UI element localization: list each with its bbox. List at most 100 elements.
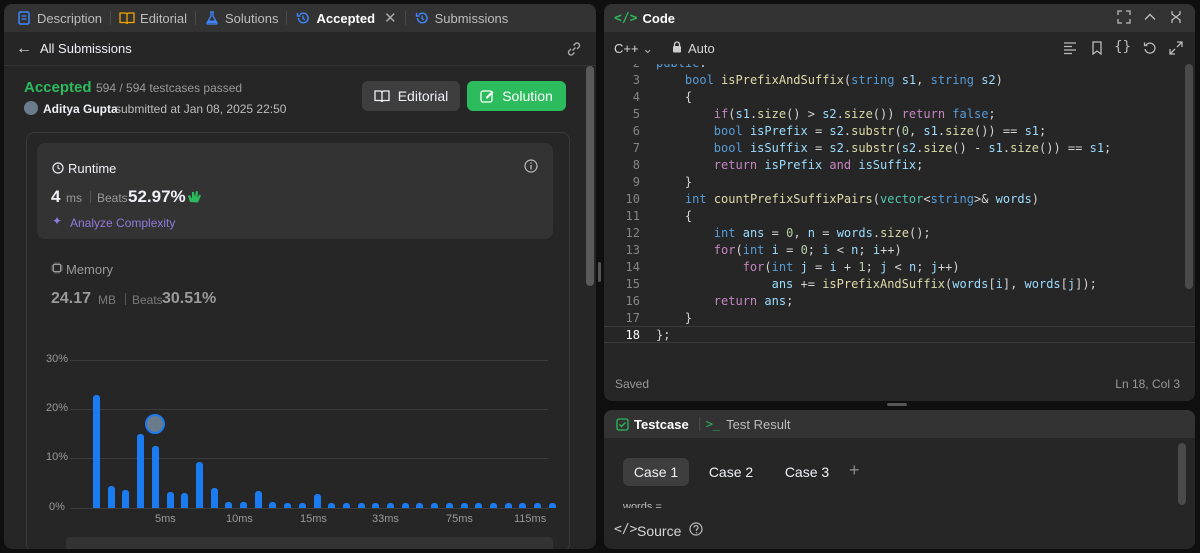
tab-solutions-label: Solutions	[225, 10, 279, 26]
tab-submissions[interactable]: Submissions	[408, 4, 515, 32]
mode-label[interactable]: Auto	[688, 41, 715, 56]
runtime-unit: ms	[66, 191, 82, 205]
code-editor[interactable]: 2public:3 bool isPrefixAndSuffix(string …	[604, 64, 1195, 344]
code-text: return ans;	[713, 294, 794, 308]
tab-test-result[interactable]: Test Result	[726, 417, 790, 432]
close-tab-icon[interactable]: ✕	[384, 9, 397, 27]
code-line[interactable]: 3 bool isPrefixAndSuffix(string s1, stri…	[604, 72, 1195, 89]
terminal-icon: >_	[705, 417, 721, 431]
vertical-resize-handle[interactable]	[598, 262, 601, 282]
book-icon	[374, 89, 390, 103]
bookmark-icon[interactable]	[1091, 41, 1103, 55]
code-text: int countPrefixSuffixPairs(vector<string…	[684, 192, 1040, 206]
tab-divider	[698, 417, 700, 431]
editor-toolbar: C++ ⌄ Auto {}	[604, 32, 1195, 64]
runtime-card[interactable]: Runtime 4 ms Beats 52.97% ✦ Analyze Comp…	[37, 143, 553, 239]
tab-accepted-label: Accepted	[316, 10, 376, 26]
code-panel: </> Code C++ ⌄ Auto {} 2public:3 bool is…	[604, 4, 1195, 401]
editor-scrollbar[interactable]	[1185, 64, 1193, 289]
code-line[interactable]: 17 }	[604, 310, 1195, 327]
chevron-up-icon[interactable]	[1143, 10, 1157, 24]
braces-icon[interactable]: {}	[1114, 39, 1131, 55]
code-line[interactable]: 12 int ans = 0, n = words.size();	[604, 225, 1195, 242]
code-line[interactable]: 2 public:	[604, 64, 1195, 72]
line-number: 2	[604, 64, 640, 72]
case-3-button[interactable]: Case 3	[774, 458, 840, 486]
help-icon[interactable]	[689, 522, 703, 536]
tab-submissions-label: Submissions	[434, 10, 509, 26]
analyze-complexity-link[interactable]: Analyze Complexity	[70, 216, 175, 230]
tab-divider	[195, 11, 196, 25]
testcases-passed: 594 / 594 testcases passed	[96, 81, 243, 95]
tab-testcase[interactable]: Testcase	[634, 417, 689, 432]
reset-icon[interactable]	[1143, 41, 1157, 55]
left-scrollbar[interactable]	[586, 66, 594, 286]
code-line[interactable]: 13 for(int i = 0; i < n; i++)	[604, 242, 1195, 259]
line-number: 17	[625, 311, 640, 325]
line-number: 13	[625, 243, 640, 257]
all-submissions-link[interactable]: All Submissions	[40, 41, 132, 56]
code-line[interactable]: 5 if(s1.size() > s2.size()) return false…	[604, 106, 1195, 123]
clock-icon	[52, 162, 64, 174]
code-line[interactable]: 9 }	[604, 174, 1195, 191]
tab-editorial-label: Editorial	[140, 10, 187, 26]
submitted-time: submitted at Jan 08, 2025 22:50	[115, 102, 287, 116]
code-text: }	[656, 311, 693, 325]
code-line[interactable]: 4 {	[604, 89, 1195, 106]
collapse-icon[interactable]	[1169, 10, 1183, 24]
expand-icon[interactable]	[1169, 41, 1183, 55]
tab-accepted[interactable]: Accepted ✕	[289, 4, 402, 32]
code-tab-bar: </> Code	[604, 4, 1195, 32]
solution-button[interactable]: Solution	[467, 81, 566, 111]
memory-beats-label: Beats	[132, 293, 163, 307]
case-1-button[interactable]: Case 1	[623, 458, 689, 486]
code-text: int ans = 0, n = words.size();	[713, 226, 931, 240]
code-line[interactable]: 18};	[604, 327, 1195, 344]
chip-icon	[51, 262, 63, 274]
memory-value: 24.17	[51, 290, 92, 307]
tab-solutions[interactable]: Solutions	[198, 4, 284, 32]
code-line[interactable]: 6 bool isPrefix = s2.substr(0, s1.size()…	[604, 123, 1195, 140]
source-link[interactable]: Source	[637, 523, 681, 539]
language-label: C++	[614, 41, 639, 56]
line-number: 5	[632, 107, 640, 121]
line-number: 7	[632, 141, 640, 155]
editorial-button[interactable]: Editorial	[362, 81, 460, 111]
line-number: 12	[625, 226, 640, 240]
code-line[interactable]: 8 return isPrefix and isSuffix;	[604, 157, 1195, 174]
testcase-scrollbar[interactable]	[1178, 443, 1186, 505]
code-line[interactable]: 14 for(int j = i + 1; j < n; j++)	[604, 259, 1195, 276]
fullscreen-icon[interactable]	[1117, 10, 1131, 24]
code-text: return isPrefix and isSuffix;	[713, 158, 924, 172]
description-icon	[16, 10, 32, 26]
tab-divider	[286, 11, 288, 25]
arrow-left-icon[interactable]: ←	[16, 40, 32, 58]
line-number: 6	[632, 124, 640, 138]
code-line[interactable]: 11 {	[604, 208, 1195, 225]
line-number: 10	[625, 192, 640, 206]
info-icon[interactable]	[524, 159, 538, 173]
language-select[interactable]: C++ ⌄	[614, 41, 653, 57]
code-title: Code	[642, 10, 675, 26]
line-number: 3	[632, 73, 640, 87]
link-icon[interactable]	[566, 41, 582, 57]
case-2-button[interactable]: Case 2	[698, 458, 764, 486]
code-text: {	[656, 209, 693, 223]
code-line[interactable]: 10 int countPrefixSuffixPairs(vector<str…	[604, 191, 1195, 208]
left-tab-bar: Description Editorial Solutions Accepted…	[4, 4, 596, 32]
stat-divider	[90, 191, 91, 203]
code-text: if(s1.size() > s2.size()) return false;	[713, 107, 996, 121]
history-icon	[414, 10, 430, 26]
horizontal-resize-handle[interactable]	[887, 403, 907, 406]
code-line[interactable]: 7 bool isSuffix = s2.substr(s2.size() - …	[604, 140, 1195, 157]
chart-scroll-hint	[66, 537, 553, 549]
username[interactable]: Aditya Gupta	[43, 102, 118, 116]
add-testcase-button[interactable]: +	[849, 460, 860, 481]
avatar	[24, 101, 38, 115]
tab-description[interactable]: Description	[10, 4, 108, 32]
format-icon[interactable]	[1063, 41, 1077, 55]
code-line[interactable]: 16 return ans;	[604, 293, 1195, 310]
code-line[interactable]: 15 ans += isPrefixAndSuffix(words[i], wo…	[604, 276, 1195, 293]
runtime-beats-value: 52.97%	[128, 187, 186, 206]
tab-editorial[interactable]: Editorial	[113, 4, 193, 32]
